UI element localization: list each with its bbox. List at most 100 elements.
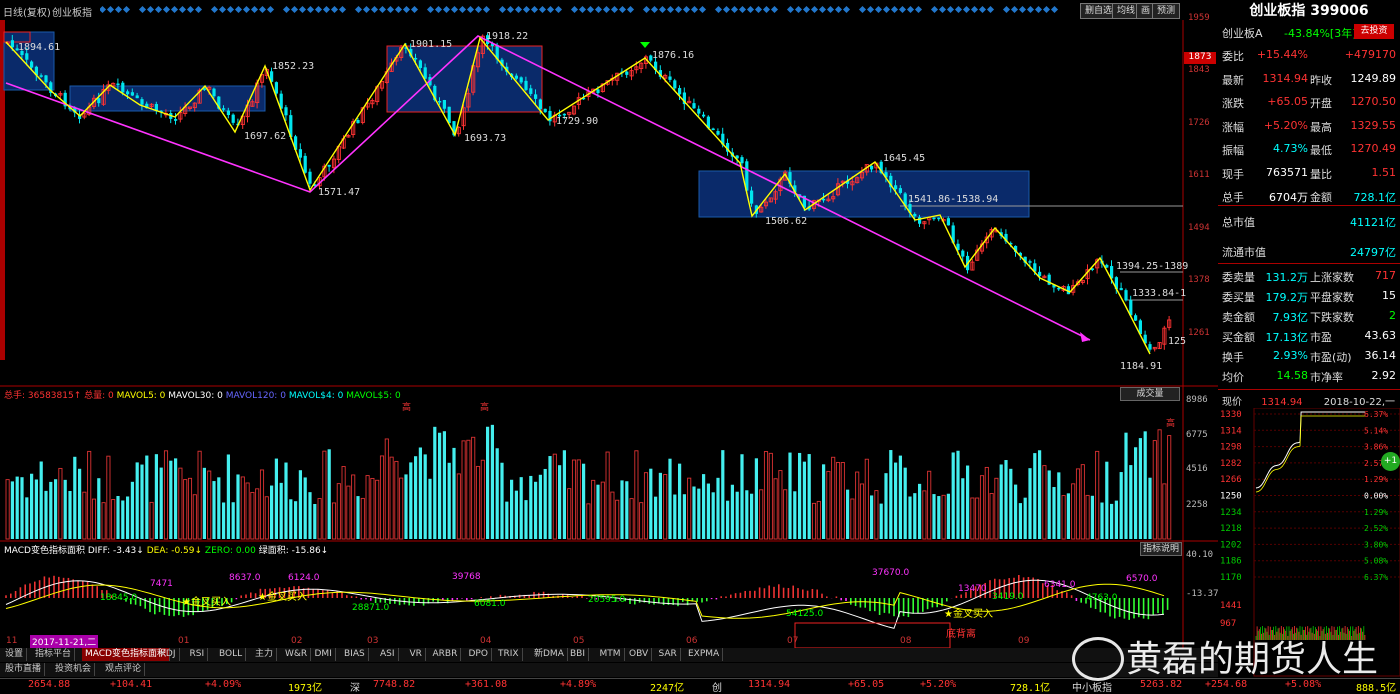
golden-cross-signal: ★金叉买入 bbox=[182, 597, 231, 608]
quote-row: 均价 14.58 市净率 2.92 bbox=[1222, 369, 1396, 384]
date-marker bbox=[290, 5, 299, 14]
volume-bar bbox=[250, 491, 255, 540]
volume-bar bbox=[558, 465, 562, 539]
volume-bar bbox=[384, 438, 389, 540]
indicator-tab-10[interactable]: ASI bbox=[377, 648, 399, 661]
candle-body bbox=[519, 77, 523, 83]
indicator-tab-0[interactable]: 设置 bbox=[2, 648, 28, 661]
volume-tick: 2258 bbox=[1186, 500, 1208, 510]
quote-row: 涨幅 +5.20% 最高 1329.55 bbox=[1222, 118, 1396, 134]
forecast-button[interactable]: 预测 bbox=[1152, 3, 1181, 19]
date-marker bbox=[898, 5, 907, 14]
price-label: 1697.62 bbox=[244, 131, 287, 142]
mavol5-b: MAVOL$5: 0 bbox=[346, 391, 401, 401]
indicator-tab-13[interactable]: DPO bbox=[466, 648, 492, 661]
bottom-tab-2[interactable]: 观点评论 bbox=[102, 663, 146, 676]
indicator-tab-12[interactable]: ARBR bbox=[430, 648, 462, 661]
divergence-box bbox=[794, 622, 951, 648]
indicator-tab-bar: 设置 指标平台 MACD变色指标面积 KDJ RSI BOLL 主力 W&R DMI BIAS AS… bbox=[0, 648, 1218, 662]
volume-bar bbox=[620, 480, 624, 539]
indicator-tab-16[interactable]: BBI bbox=[567, 648, 590, 661]
indicator-tab-11[interactable]: VR bbox=[407, 648, 426, 661]
float-cap-row: 流通市值 24797亿 bbox=[1222, 246, 1396, 259]
date-marker bbox=[1050, 5, 1059, 14]
volume-bar bbox=[898, 455, 902, 539]
indicator-tab-19[interactable]: SAR bbox=[656, 648, 681, 661]
volume-bar bbox=[87, 450, 92, 540]
macd-area-label: 8637.0 bbox=[229, 573, 261, 583]
volume-bar bbox=[966, 465, 970, 539]
macd-header: MACD变色指标面积 DIFF: -3.43↓ DEA: -0.59↓ ZERO… bbox=[4, 543, 328, 556]
candle-body bbox=[514, 75, 518, 79]
indicator-tab-3[interactable]: KDJ bbox=[157, 648, 180, 661]
bottom-tab-1[interactable]: 投资机会 bbox=[52, 663, 96, 676]
date-marker bbox=[474, 5, 483, 14]
volume-bar bbox=[284, 462, 288, 539]
volume-bar bbox=[879, 503, 883, 539]
volume-selector-button[interactable]: 成交量 bbox=[1120, 387, 1180, 401]
quote-row: 委买量 179.2万 平盘家数 15 bbox=[1222, 289, 1396, 304]
volume-bar bbox=[346, 485, 351, 540]
price-label: 1333.84-1 bbox=[1132, 288, 1187, 299]
date-marker bbox=[962, 5, 971, 14]
volume-bar bbox=[571, 459, 577, 540]
indicator-help-button[interactable]: 指标说明 bbox=[1140, 542, 1182, 556]
indicator-tab-8[interactable]: DMI bbox=[312, 648, 336, 661]
kline-chart-area[interactable]: 1894.61 1852.23 1901.15 1918.22 1876.16 … bbox=[0, 13, 1219, 648]
volume-bar bbox=[39, 461, 43, 539]
volume-bar bbox=[692, 486, 696, 539]
indicator-tab-6[interactable]: 主力 bbox=[252, 648, 278, 661]
volume-bar bbox=[673, 494, 677, 539]
date-marker bbox=[482, 5, 491, 14]
volume-bar bbox=[721, 450, 725, 539]
volume-bar bbox=[922, 490, 927, 540]
indicator-tab-17[interactable]: MTM bbox=[597, 648, 625, 661]
side-badge[interactable]: +1 bbox=[1381, 452, 1400, 471]
indicator-tab-4[interactable]: RSI bbox=[187, 648, 209, 661]
volume-bar bbox=[389, 456, 394, 540]
candle-body bbox=[30, 61, 34, 68]
volume-bar bbox=[163, 450, 169, 540]
volume-bar bbox=[754, 458, 758, 539]
volume-bar bbox=[859, 483, 865, 540]
volume-bar bbox=[20, 477, 24, 539]
invest-button[interactable]: 去投资 bbox=[1354, 24, 1394, 39]
indicator-tab-14[interactable]: TRIX bbox=[495, 648, 523, 661]
status-item: +104.41 bbox=[110, 679, 153, 690]
indicator-tab-1[interactable]: 指标平台 bbox=[32, 648, 76, 661]
volume-bar bbox=[716, 477, 720, 539]
indicator-tab-5[interactable]: BOLL bbox=[216, 648, 247, 661]
candle-body bbox=[913, 213, 917, 217]
indicator-tab-15[interactable]: 新DMA bbox=[531, 648, 568, 661]
indicator-tab-9[interactable]: BIAS bbox=[341, 648, 369, 661]
indicator-tab-7[interactable]: W&R bbox=[282, 648, 312, 661]
date-tick: 11 bbox=[6, 636, 18, 646]
volume-bar bbox=[778, 470, 783, 540]
volume-bar bbox=[586, 503, 591, 540]
volume-bar bbox=[466, 439, 471, 540]
volume-bar bbox=[524, 500, 528, 539]
bottom-tab-0[interactable]: 股市直播 bbox=[2, 663, 46, 676]
price-label: 1918.22 bbox=[486, 31, 529, 42]
macd-area-label: 7471 bbox=[150, 579, 173, 589]
bottom-divergence-signal: 底背离 bbox=[946, 629, 976, 640]
volume-bar bbox=[702, 474, 706, 539]
watermark-text: 黄磊的期货人生 bbox=[1126, 639, 1379, 680]
volume-bar bbox=[317, 498, 322, 540]
indicator-tab-20[interactable]: EXPMA bbox=[685, 648, 724, 661]
volume-bar bbox=[471, 436, 476, 540]
volume-bar bbox=[1061, 495, 1066, 540]
date-tick: 06 bbox=[686, 636, 698, 646]
indicator-tab-18[interactable]: OBV bbox=[626, 648, 653, 661]
date-marker bbox=[754, 5, 763, 14]
intraday-right-tick: 6.37% bbox=[1364, 573, 1388, 582]
price-tick: 1611 bbox=[1188, 170, 1210, 180]
volume-bar bbox=[610, 491, 615, 540]
date-marker bbox=[1042, 5, 1051, 14]
volume-bar bbox=[1004, 460, 1008, 539]
period-label[interactable]: 日线(复权) bbox=[3, 4, 51, 19]
date-marker bbox=[610, 5, 619, 14]
date-marker bbox=[866, 5, 875, 14]
volume-bar bbox=[750, 493, 754, 539]
volume-bar bbox=[279, 482, 283, 539]
